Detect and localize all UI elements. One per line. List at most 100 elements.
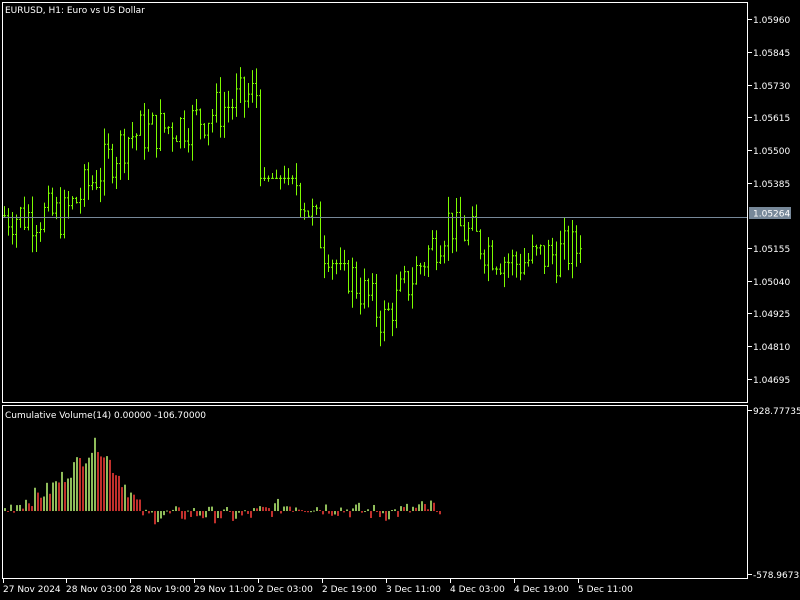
volume-bar-up	[421, 501, 423, 512]
time-tick-label: 4 Dec 19:00	[514, 585, 569, 595]
volume-bar-up	[430, 500, 432, 512]
volume-bar-up	[286, 506, 288, 512]
volume-bar-up	[388, 511, 390, 520]
volume-bar-down	[214, 511, 216, 524]
volume-bar-up	[340, 507, 342, 512]
volume-bar-down	[112, 472, 114, 512]
volume-bar-up	[235, 511, 237, 519]
volume-bar-down	[31, 506, 33, 512]
volume-bar-up	[163, 511, 165, 516]
volume-bar-down	[301, 510, 303, 512]
volume-bar-up	[373, 504, 375, 512]
volume-bar-down	[409, 511, 411, 513]
volume-bar-up	[88, 457, 90, 512]
volume-bar-down	[148, 511, 150, 514]
price-tick-label: 1.05385	[753, 180, 790, 190]
volume-bar-down	[331, 511, 333, 516]
volume-bar-up	[106, 456, 108, 512]
volume-bar-down	[178, 507, 180, 512]
indicator-title: Cumulative Volume(14) 0.00000 -106.70000	[5, 411, 206, 421]
volume-bar-down	[232, 511, 234, 521]
time-tick-label: 2 Dec 03:00	[258, 585, 313, 595]
volume-bar-down	[415, 507, 417, 512]
volume-bar-up	[394, 509, 396, 512]
volume-bar-up	[91, 452, 93, 512]
current-price-badge: 1.05264	[749, 207, 791, 220]
indicator-axis-max: 928.77735	[753, 407, 800, 417]
volume-bar-down	[79, 458, 81, 512]
volume-bar-up	[283, 506, 285, 512]
volume-bar-up	[166, 510, 168, 512]
volume-bar-down	[82, 466, 84, 512]
volume-bar-up	[187, 510, 189, 512]
volume-bar-up	[43, 496, 45, 512]
volume-bar-up	[16, 505, 18, 512]
volume-bar-up	[145, 509, 147, 512]
volume-bar-up	[55, 481, 57, 512]
volume-bar-down	[268, 508, 270, 512]
volume-bar-down	[154, 511, 156, 525]
volume-bar-up	[253, 508, 255, 512]
volume-bar-down	[337, 511, 339, 516]
volume-bar-down	[256, 508, 258, 512]
volume-bar-up	[52, 482, 54, 512]
volume-bar-down	[49, 493, 51, 512]
volume-bar-up	[61, 471, 63, 512]
price-axis: 1.05960 1.05845 1.05730 1.05615 1.05500 1.053…	[748, 16, 790, 386]
volume-bar-up	[334, 511, 336, 515]
price-tick-label: 1.05500	[753, 147, 790, 157]
indicator-axis: 928.77735 -578.96735	[748, 407, 800, 581]
volume-bar-up	[412, 506, 414, 512]
volume-bar-down	[184, 511, 186, 520]
volume-bar-down	[169, 511, 171, 514]
price-pane-frame	[2, 2, 748, 403]
volume-bar-down	[328, 511, 330, 514]
volume-bar-down	[343, 511, 345, 513]
volume-bar-up	[175, 506, 177, 512]
volume-bar-up	[391, 510, 393, 512]
volume-bar-down	[349, 511, 351, 518]
volume-bar-down	[280, 511, 282, 514]
price-tick-label: 1.05960	[753, 16, 790, 26]
price-tick-label: 1.05615	[753, 114, 790, 124]
volume-bar-up	[274, 503, 276, 512]
trading-chart[interactable]: EURUSD, H1: Euro vs US Dollar 1.059601.0…	[0, 0, 800, 600]
volume-bar-down	[304, 511, 306, 513]
volume-bar-up	[94, 437, 96, 512]
volume-bar-up	[355, 504, 357, 512]
volume-bar-down	[436, 511, 438, 513]
volume-bar-up	[277, 498, 279, 512]
volume-bar-up	[205, 511, 207, 518]
volume-bar-down	[250, 511, 252, 518]
volume-bar-up	[85, 463, 87, 512]
volume-bar-up	[73, 462, 75, 512]
volume-bar-up	[226, 507, 228, 512]
time-tick-label: 3 Dec 11:00	[386, 585, 441, 595]
price-tick-label: 1.05155	[753, 245, 790, 255]
volume-bar-down	[262, 506, 264, 512]
volume-bar-up	[400, 506, 402, 512]
price-tick-label: 1.04925	[753, 310, 790, 320]
volume-bar-up	[19, 504, 21, 512]
volume-bar-down	[100, 456, 102, 512]
indicator-pane-frame	[2, 405, 748, 579]
volume-bar-down	[439, 511, 441, 515]
time-axis: 27 Nov 2024 28 Nov 03:00 28 Nov 19:00 29 No…	[3, 579, 633, 595]
volume-bar-up	[160, 511, 162, 519]
volume-bar-up	[238, 511, 240, 513]
volume-bar-down	[7, 511, 9, 513]
price-tick-label: 1.05845	[753, 49, 790, 59]
volume-bar-up	[67, 478, 69, 512]
volume-bar-up	[157, 511, 159, 523]
volume-bar-down	[385, 511, 387, 521]
volume-bar-up	[193, 508, 195, 512]
volume-bar-down	[97, 452, 99, 512]
volume-bar-down	[28, 503, 30, 512]
volume-bar-down	[190, 511, 192, 517]
volume-bar-up	[151, 511, 153, 513]
volume-bar-down	[298, 509, 300, 512]
volume-bar-down	[181, 511, 183, 519]
volume-bar-down	[196, 511, 198, 517]
volume-bar-up	[418, 504, 420, 512]
volume-bar-up	[364, 511, 366, 513]
